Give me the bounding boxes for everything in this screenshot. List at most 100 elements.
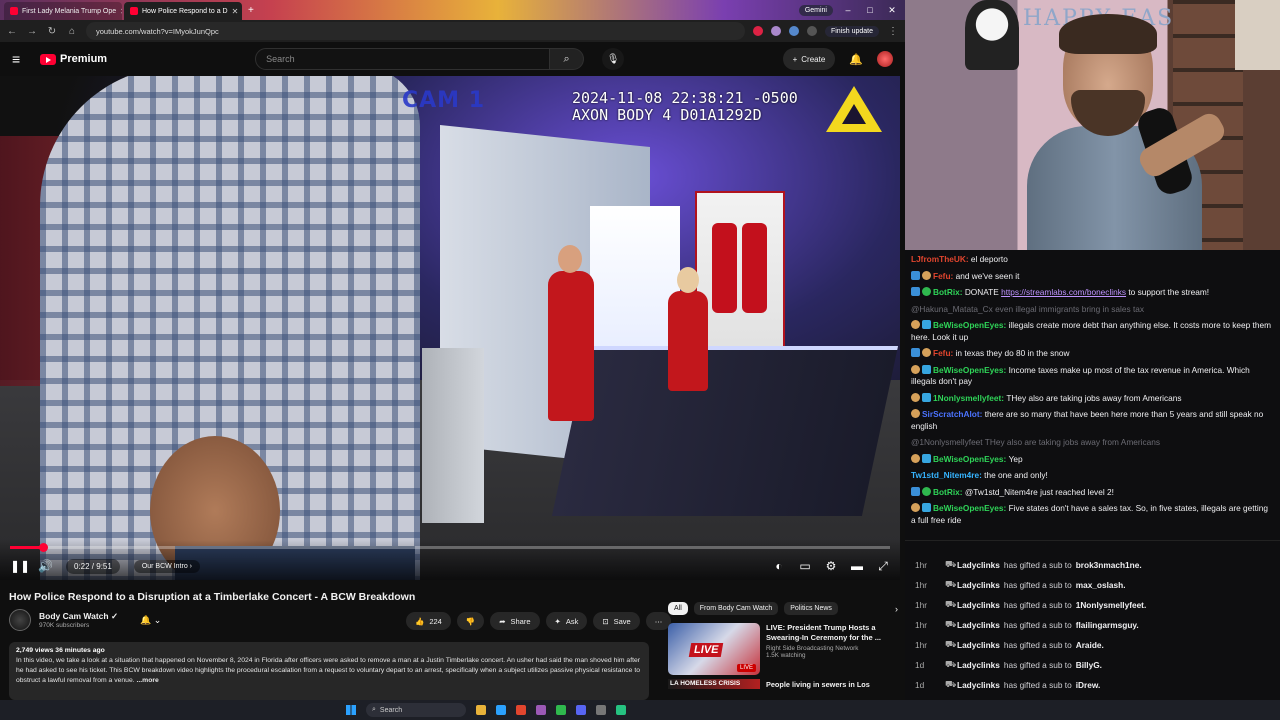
chat-username[interactable]: LJfromTheUK: bbox=[911, 254, 971, 264]
chat-username[interactable]: BeWiseOpenEyes: bbox=[933, 503, 1009, 513]
app-icon[interactable] bbox=[596, 705, 606, 715]
reload-icon[interactable]: ↻ bbox=[46, 26, 58, 37]
url-field[interactable]: youtube.com/watch?v=IMyokJunQpc bbox=[86, 22, 745, 40]
pause-icon[interactable]: ❚❚ bbox=[10, 559, 30, 573]
sub-giver[interactable]: Ladyclinks bbox=[957, 600, 1000, 610]
chat-username[interactable]: Fefu: bbox=[933, 348, 956, 358]
chat-message: BeWiseOpenEyes: Five states don't have a… bbox=[911, 503, 1274, 526]
chat-username[interactable]: Tw1std_Nitem4re: bbox=[911, 470, 984, 480]
tab-police[interactable]: How Police Respond to a D ✕ bbox=[124, 2, 242, 20]
progress-bar[interactable] bbox=[10, 543, 890, 552]
settings-gear-icon[interactable]: ⚙ bbox=[824, 559, 838, 574]
gemini-button[interactable]: Gemini bbox=[798, 4, 833, 16]
sub-recipient[interactable]: max_oslash. bbox=[1076, 580, 1126, 590]
app-icon[interactable] bbox=[616, 705, 626, 715]
minimize-icon[interactable]: – bbox=[841, 5, 855, 15]
youtube-logo[interactable]: Premium bbox=[40, 53, 107, 65]
maximize-icon[interactable]: □ bbox=[863, 5, 877, 15]
search-input[interactable]: Search bbox=[255, 48, 551, 70]
chat-username[interactable]: @1Nonlysmellyfeet bbox=[911, 437, 985, 447]
chat-username[interactable]: BeWiseOpenEyes: bbox=[933, 454, 1009, 464]
taskbar-search[interactable]: ⌕ Search bbox=[366, 703, 466, 717]
sub-giver[interactable]: Ladyclinks bbox=[957, 660, 1000, 670]
file-explorer-icon[interactable] bbox=[476, 705, 486, 715]
chat-username[interactable]: 1Nonlysmellyfeet: bbox=[933, 393, 1006, 403]
autoplay-toggle-icon[interactable]: ◐ bbox=[772, 559, 786, 574]
account-avatar[interactable] bbox=[877, 51, 893, 67]
save-button[interactable]: ⊡ Save bbox=[593, 612, 640, 630]
rec-video[interactable]: LA HOMELESS CRISIS People living in sewe… bbox=[668, 679, 898, 689]
dislike-button[interactable]: 👎 bbox=[456, 612, 485, 630]
chat-username[interactable]: BeWiseOpenEyes: bbox=[933, 365, 1009, 375]
browser-icon[interactable] bbox=[516, 705, 526, 715]
chat-username[interactable]: Fefu: bbox=[933, 271, 956, 281]
chapter-button[interactable]: Our BCW Intro › bbox=[133, 559, 200, 573]
chat-link[interactable]: https://streamlabs.com/boneclinks bbox=[1001, 287, 1126, 297]
forward-icon[interactable]: → bbox=[26, 26, 38, 37]
notifications-bell-icon[interactable]: 🔔 bbox=[849, 53, 863, 66]
subscription-bell-icon[interactable]: 🔔 ⌄ bbox=[140, 615, 161, 626]
volume-icon[interactable]: 🔊 bbox=[38, 559, 53, 573]
rec-title[interactable]: LIVE: President Trump Hosts a Swearing-I… bbox=[766, 623, 898, 643]
sub-recipient[interactable]: iDrew. bbox=[1076, 680, 1101, 690]
video-player[interactable]: CAM 1 2024-11-08 22:38:21 -0500 AXON BOD… bbox=[0, 76, 900, 580]
scrubber-handle[interactable] bbox=[39, 543, 49, 552]
description-box[interactable]: 2,749 views 36 minutes ago In this video… bbox=[9, 642, 649, 700]
sub-recipient[interactable]: flailingarmsguy. bbox=[1076, 620, 1139, 630]
channel-avatar[interactable] bbox=[9, 609, 31, 631]
rec-title[interactable]: People living in sewers in Los bbox=[766, 680, 870, 689]
extension-icon[interactable] bbox=[752, 26, 763, 36]
windows-start-icon[interactable] bbox=[346, 705, 356, 715]
menu-dots-icon[interactable]: ⋮ bbox=[887, 26, 899, 37]
chevron-right-icon[interactable]: › bbox=[895, 604, 898, 614]
rec-thumbnail[interactable]: LA HOMELESS CRISIS bbox=[668, 679, 760, 689]
new-tab-icon[interactable]: + bbox=[248, 5, 254, 16]
theater-mode-icon[interactable]: ▬ bbox=[850, 559, 864, 574]
edge-icon[interactable] bbox=[496, 705, 506, 715]
sub-recipient[interactable]: brok3nmach1ne. bbox=[1076, 560, 1142, 570]
close-tab-icon[interactable]: ✕ bbox=[232, 7, 239, 16]
chat-username[interactable]: @Hakuna_Matata_Cx bbox=[911, 304, 995, 314]
fullscreen-icon[interactable]: ⤢ bbox=[876, 559, 890, 574]
rec-thumbnail[interactable]: LIVE LIVE bbox=[668, 623, 760, 675]
close-tab-icon[interactable]: ✕ bbox=[120, 7, 122, 16]
menu-icon[interactable]: ≡ bbox=[12, 51, 26, 67]
sub-recipient[interactable]: 1Nonlysmellyfeet. bbox=[1076, 600, 1147, 610]
sub-recipient[interactable]: Araide. bbox=[1076, 640, 1104, 650]
chat-username[interactable]: BotRix: bbox=[933, 287, 965, 297]
discord-icon[interactable] bbox=[576, 705, 586, 715]
captions-icon[interactable]: ▭ bbox=[798, 559, 812, 574]
extension-icon[interactable] bbox=[770, 26, 781, 36]
chip-from-channel[interactable]: From Body Cam Watch bbox=[693, 602, 779, 615]
create-button[interactable]: + Create bbox=[782, 48, 836, 70]
search-icon[interactable]: ⌕ bbox=[550, 48, 585, 70]
chip-all[interactable]: All bbox=[668, 602, 688, 615]
twitch-icon[interactable] bbox=[536, 705, 546, 715]
like-button[interactable]: 👍 224 bbox=[406, 612, 451, 630]
chat-username[interactable]: SirScratchAlot: bbox=[922, 409, 985, 419]
sub-recipient[interactable]: BillyG. bbox=[1076, 660, 1102, 670]
tab-melania[interactable]: First Lady Melania Trump Ope ✕ bbox=[4, 2, 122, 20]
sub-giver[interactable]: Ladyclinks bbox=[957, 560, 1000, 570]
sub-giver[interactable]: Ladyclinks bbox=[957, 580, 1000, 590]
gifted-sub-row: 1hr ⛟ Ladyclinks has gifted a sub to max_osl… bbox=[915, 575, 1270, 595]
share-button[interactable]: ➦ Share bbox=[490, 612, 540, 630]
chip-politics[interactable]: Politics News bbox=[784, 602, 838, 615]
close-window-icon[interactable]: ✕ bbox=[885, 5, 899, 16]
sub-giver[interactable]: Ladyclinks bbox=[957, 680, 1000, 690]
chat-username[interactable]: BotRix: bbox=[933, 487, 965, 497]
chat-username[interactable]: BeWiseOpenEyes: bbox=[933, 320, 1009, 330]
rec-video[interactable]: LIVE LIVE LIVE: President Trump Hosts a … bbox=[668, 623, 898, 675]
show-more-link[interactable]: ...more bbox=[137, 677, 159, 684]
ask-button[interactable]: ✦ Ask bbox=[545, 612, 588, 630]
sub-giver[interactable]: Ladyclinks bbox=[957, 640, 1000, 650]
microphone-icon[interactable]: 🎙 bbox=[602, 48, 625, 70]
home-icon[interactable]: ⌂ bbox=[66, 26, 78, 37]
back-icon[interactable]: ← bbox=[6, 26, 18, 37]
extension-icon[interactable] bbox=[788, 26, 799, 36]
finish-update-button[interactable]: Finish update bbox=[824, 25, 879, 37]
sub-giver[interactable]: Ladyclinks bbox=[957, 620, 1000, 630]
extension-icon[interactable] bbox=[806, 26, 817, 36]
spotify-icon[interactable] bbox=[556, 705, 566, 715]
channel-name[interactable]: Body Cam Watch ✓ bbox=[39, 611, 118, 622]
